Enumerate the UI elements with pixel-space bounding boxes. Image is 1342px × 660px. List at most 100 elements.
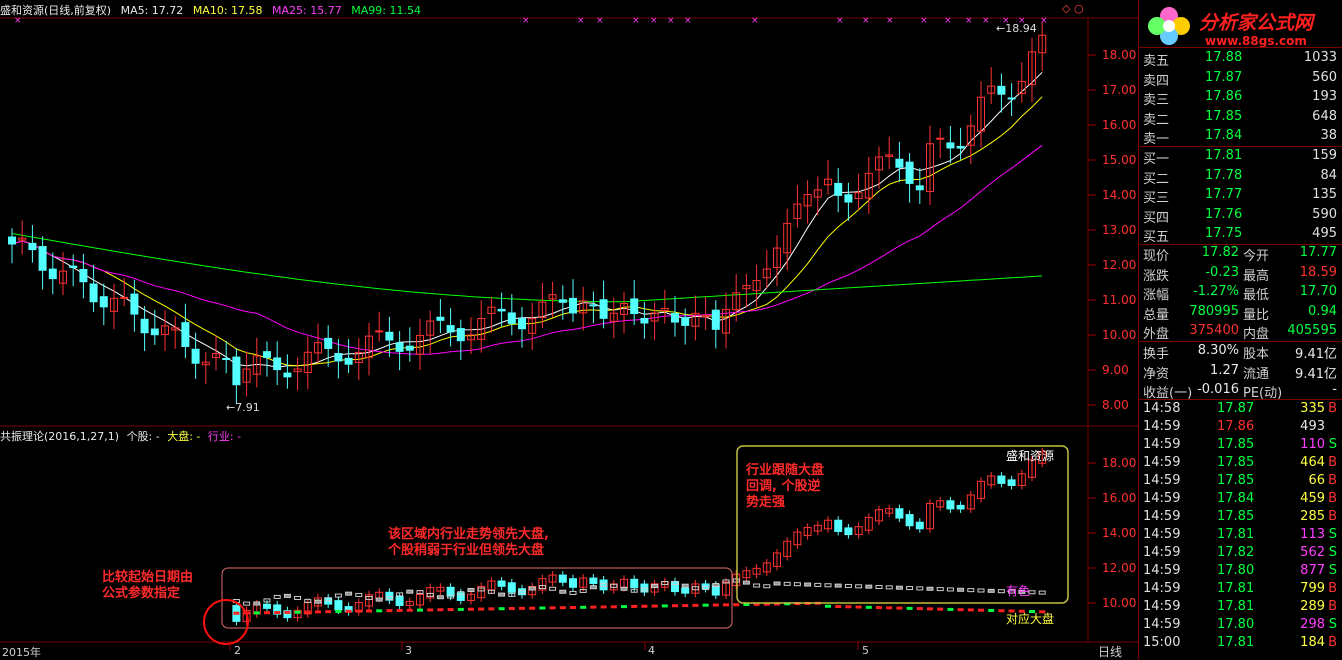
tick-time: 14:59 [1143,527,1181,542]
quote-panel: 分析家公式网 www.88gs.com 卖五 17.88 1033 卖四 17.8… [1138,0,1342,660]
market-candle [621,605,627,609]
tick-time: 14:59 [1143,509,1181,524]
ma99-line [11,233,1043,303]
candle-body [905,161,914,184]
market-candle [947,607,954,611]
stock-body [599,579,608,591]
tick-row: 14:59 17.82 562 S [1139,545,1342,563]
market-candle [651,604,658,608]
tick-volume: 562 [1300,545,1325,560]
industry-candle [997,589,1005,594]
tick-price: 17.86 [1217,419,1255,434]
market-candle [253,611,260,615]
label-stock: 盛和资源 [1006,449,1055,463]
period-label[interactable]: 日线 [1098,643,1122,660]
tick-row: 14:59 17.86 493 [1139,419,1342,437]
market-candle [284,610,291,614]
price-axis-label: 17.00 [1102,83,1136,97]
candle-body [946,142,955,149]
stat-row: 净资 1.27 流通 9.41亿 [1139,363,1342,383]
industry-candle [987,588,995,593]
bid-label: 买二 [1143,171,1170,187]
stat-value: 1.27 [1210,362,1239,378]
industry-candle [814,582,822,587]
price-axis-label: 13.00 [1102,223,1136,237]
industry-candle [855,584,863,589]
tick-time: 14:59 [1143,563,1181,578]
market-candle [927,607,933,611]
stat-value: 405595 [1287,323,1337,339]
stock-body [507,582,516,593]
industry-candle [549,586,557,591]
indicator-axis-label: 18.00 [1102,456,1136,470]
start-note-line1: 比较起始日期由 [102,570,194,585]
stat-value: 9.41亿 [1295,347,1337,362]
price-axis-label: 14.00 [1102,188,1136,202]
ask-row: 卖五 17.88 1033 [1139,50,1342,70]
bid-volume: 159 [1312,148,1337,163]
market-candle [580,605,587,609]
indicator-header: 共振理论(2016,1,27,1) 个股: - 大盘: - 行业: - [0,428,245,444]
stat-value: 0.94 [1308,303,1337,319]
signal-x-mark: × [836,16,844,26]
ma10-label: MA10: 17.58 [192,4,263,17]
indicator-title: 共振理论(2016,1,27,1) [0,430,120,443]
stat-value: 17.77 [1299,245,1337,260]
tick-side: B [1328,509,1337,524]
market-candle [590,605,597,609]
indicator-axis-label: 16.00 [1102,491,1136,505]
price-axis-label: 11.00 [1102,293,1136,307]
stock-body [905,514,914,527]
tick-volume: 335 [1300,401,1325,416]
ask-price: 17.84 [1205,128,1243,144]
tick-volume: 66 [1308,473,1325,488]
stat-key: 今开 [1243,249,1270,264]
high-marker: ←18.94 [996,22,1037,35]
tick-volume: 289 [1300,599,1325,614]
tick-volume: 459 [1300,491,1325,506]
indicator-axis-label: 14.00 [1102,526,1136,540]
market-candle [957,608,964,612]
stock-body [569,578,577,588]
panel-separator [1139,341,1342,342]
candle-body [8,236,16,245]
market-candle [304,610,311,614]
price-axis-label: 8.00 [1102,398,1129,412]
ask-price: 17.85 [1205,108,1243,124]
candle-body [1007,97,1016,100]
stock-body [334,600,343,611]
signal-x-mark: × [650,16,658,26]
tick-time: 14:59 [1143,455,1181,470]
settings-icons[interactable]: ◇ ○ [1062,2,1084,15]
bid-row: 买四 17.76 590 [1139,207,1342,227]
market-candle [325,610,332,614]
market-candle [376,609,383,613]
stat-row: 涨幅 -1.27% 最低 17.70 [1139,284,1342,304]
industry-candle [763,584,771,589]
stat-key: 现价 [1143,249,1170,264]
industry-candle [906,586,914,591]
logo-url: www.88gs.com [1205,34,1307,48]
signal-x-mark: × [751,16,759,26]
industry-candle [773,581,781,586]
candle-body [671,312,679,323]
tick-row: 14:59 17.81 113 S [1139,527,1342,545]
stat-row: 换手 8.30% 股本 9.41亿 [1139,343,1342,363]
ask-price: 17.86 [1205,89,1243,105]
market-candle [641,604,648,608]
industry-candle [926,586,934,591]
kline-chart[interactable]: 18.00 17.00 16.00 15.00 14.00 13.00 12.00 11.00… [0,0,1138,660]
candle-body [395,342,404,352]
market-candle [896,606,903,610]
chart-area[interactable]: 18.00 17.00 16.00 15.00 14.00 13.00 12.00 11.00… [0,0,1138,660]
stat-value: -1.27% [1193,284,1239,300]
tick-price: 17.85 [1217,455,1255,470]
candle-body [69,265,78,268]
tick-side: S [1328,545,1337,560]
indicator-industry: 行业: - [207,430,242,443]
industry-candle [294,595,302,600]
panel-separator [1139,399,1342,400]
stock-body [946,500,955,510]
stock-body [497,580,506,587]
stat-key: 换手 [1143,347,1170,362]
